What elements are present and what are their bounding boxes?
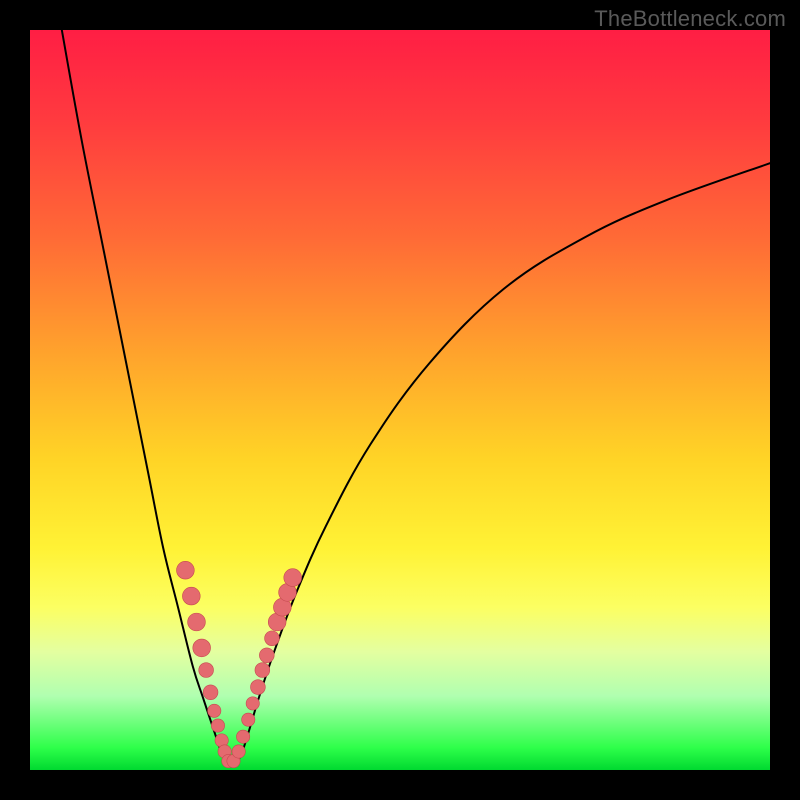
plot-area <box>30 30 770 770</box>
chart-frame: TheBottleneck.com <box>0 0 800 800</box>
marker-point <box>242 713 255 726</box>
marker-point <box>211 719 224 732</box>
marker-point <box>203 685 218 700</box>
marker-point <box>208 704 221 717</box>
marker-point <box>265 631 280 646</box>
curve-layer <box>30 30 770 770</box>
marker-group <box>177 561 302 767</box>
bottleneck-curve <box>62 30 770 766</box>
marker-point <box>177 561 195 579</box>
watermark-text: TheBottleneck.com <box>594 6 786 32</box>
curve-right-branch <box>234 163 771 766</box>
marker-point <box>251 680 266 695</box>
marker-point <box>246 697 259 710</box>
marker-point <box>255 663 270 678</box>
marker-point <box>236 730 249 743</box>
marker-point <box>188 613 206 631</box>
marker-point <box>199 663 214 678</box>
marker-point <box>284 569 302 587</box>
marker-point <box>182 587 200 605</box>
marker-point <box>193 639 211 657</box>
marker-point <box>232 745 245 758</box>
marker-point <box>259 648 274 663</box>
